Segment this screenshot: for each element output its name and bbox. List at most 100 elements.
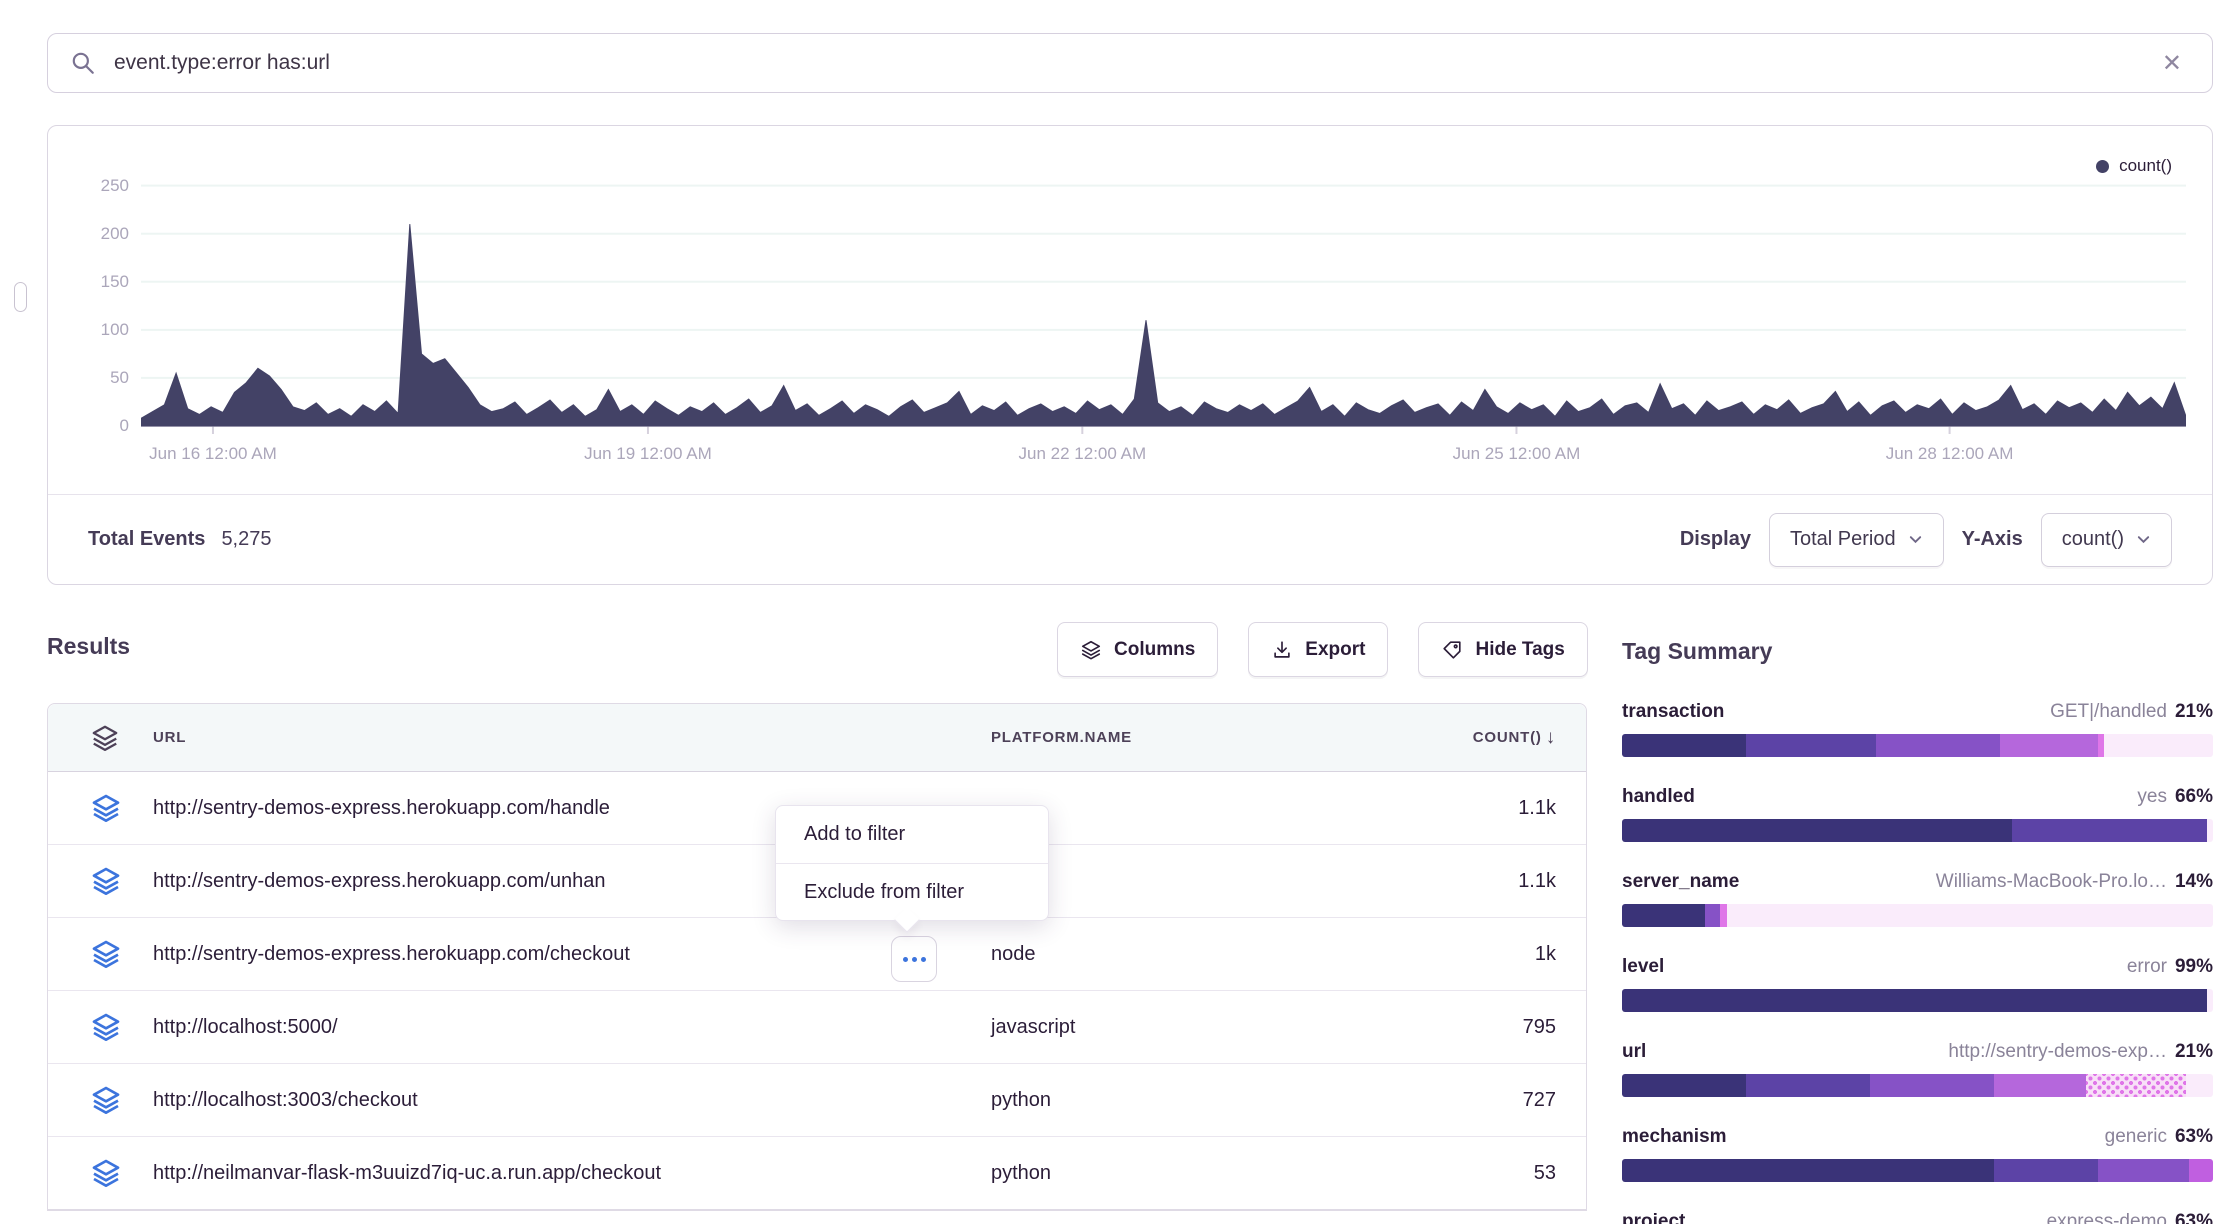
tag-name: url [1622,1041,1646,1063]
column-header-url[interactable]: URL [153,729,186,746]
count-cell: 1k [1535,943,1556,966]
table-row[interactable]: http://localhost:3003/checkout python 72… [48,1064,1586,1137]
tag-top-value: express-demo [2047,1211,2167,1224]
layers-icon [90,938,122,970]
close-icon[interactable]: ✕ [2154,45,2190,82]
tag-row-transaction: transaction GET|/handled 21% [1622,701,2213,757]
search-input[interactable]: event.type:error has:url [114,51,2154,75]
tag-bar-segment [2104,734,2213,757]
tag-percent: 21% [2175,1041,2213,1063]
count-cell: 1.1k [1518,870,1556,893]
tag-bar-segment [1876,734,2000,757]
tag-summary-panel: Tag Summary transaction GET|/handled 21%… [1622,638,2213,1224]
tag-bar-segment [1622,904,1705,927]
tag-name: server_name [1622,871,1739,893]
table-row[interactable]: http://localhost:5000/ javascript 795 [48,991,1586,1064]
display-dropdown[interactable]: Total Period [1769,513,1944,567]
tag-bar-segment [1746,734,1876,757]
events-area-chart[interactable] [141,151,2186,426]
tag-bar-segment [2012,819,2207,842]
column-header-count-label: COUNT() [1473,729,1542,746]
y-axis-tick-label: 50 [110,368,129,388]
url-cell[interactable]: http://neilmanvar-flask-m3uuizd7iq-uc.a.… [153,1162,661,1185]
platform-cell: node [991,943,1036,966]
tag-percent: 63% [2175,1126,2213,1148]
count-cell: 795 [1523,1016,1556,1039]
tag-name: handled [1622,786,1695,808]
tag-row-server-name: server_name Williams-MacBook-Pro.lo… 14% [1622,871,2213,927]
chart-footer: Total Events 5,275 Display Total Period … [48,494,2212,584]
count-cell: 727 [1523,1089,1556,1112]
url-cell[interactable]: http://sentry-demos-express.herokuapp.co… [153,943,630,966]
layers-icon [90,792,122,824]
platform-cell: python [991,1162,1051,1185]
column-header-count[interactable]: COUNT() ↓ [1473,727,1556,749]
search-bar: event.type:error has:url ✕ [47,33,2213,93]
url-cell[interactable]: http://localhost:5000/ [153,1016,338,1039]
table-header-row: URL PLATFORM.NAME COUNT() ↓ [48,704,1586,772]
tag-percent: 66% [2175,786,2213,808]
layers-icon [90,1157,122,1189]
total-events-value: 5,275 [221,528,271,551]
x-axis-labels: Jun 16 12:00 AMJun 19 12:00 AMJun 22 12:… [141,444,2186,470]
tag-bar-segment [1622,734,1746,757]
columns-button[interactable]: Columns [1057,622,1218,677]
y-axis-label: Y-Axis [1962,528,2023,551]
y-axis-tick-label: 200 [101,224,129,244]
url-cell[interactable]: http://sentry-demos-express.herokuapp.co… [153,870,605,893]
y-axis-tick-label: 100 [101,320,129,340]
tag-row-url: url http://sentry-demos-exp… 21% [1622,1041,2213,1097]
layers-icon [90,1084,122,1116]
table-row[interactable]: http://neilmanvar-flask-m3uuizd7iq-uc.a.… [48,1137,1586,1210]
tag-bar-segment [1622,989,2207,1012]
tag-top-value: generic [2105,1126,2167,1148]
url-cell[interactable]: http://localhost:3003/checkout [153,1089,418,1112]
tag-icon [1441,639,1463,661]
url-cell[interactable]: http://sentry-demos-express.herokuapp.co… [153,797,610,820]
platform-cell: javascript [991,1016,1075,1039]
tag-distribution-bar[interactable] [1622,819,2213,842]
cell-context-menu: Add to filter Exclude from filter [775,805,1049,921]
table-row[interactable]: http://sentry-demos-express.herokuapp.co… [48,918,1586,991]
tag-name: project [1622,1211,1685,1224]
search-icon [70,50,96,76]
tag-bar-segment [2086,1074,2186,1097]
tag-distribution-bar[interactable] [1622,904,2213,927]
platform-cell: python [991,1089,1051,1112]
y-axis-dropdown[interactable]: count() [2041,513,2172,567]
tag-distribution-bar[interactable] [1622,1159,2213,1182]
tag-distribution-bar[interactable] [1622,989,2213,1012]
count-cell: 53 [1534,1162,1556,1185]
tag-distribution-bar[interactable] [1622,734,2213,757]
tag-row-level: level error 99% [1622,956,2213,1012]
hide-tags-button[interactable]: Hide Tags [1418,622,1587,677]
y-axis-tick-label: 250 [101,176,129,196]
total-events-label: Total Events [88,528,205,551]
chevron-down-icon [1908,532,1923,547]
x-axis-tick-label: Jun 25 12:00 AM [1453,444,1581,464]
tag-bar-segment [2207,989,2213,1012]
tag-bar-segment [2000,734,2098,757]
columns-button-label: Columns [1114,639,1195,661]
count-cell: 1.1k [1518,797,1556,820]
layers-icon[interactable] [90,723,120,753]
tag-bar-segment [1720,904,1728,927]
x-axis-tick-label: Jun 28 12:00 AM [1886,444,2014,464]
column-header-platform[interactable]: PLATFORM.NAME [991,729,1132,746]
menu-item-add-to-filter[interactable]: Add to filter [776,806,1048,863]
cell-actions-button[interactable] [891,936,937,982]
export-button[interactable]: Export [1248,622,1388,677]
tag-name: level [1622,956,1664,978]
events-chart-panel: count() 050100150200250 Jun 16 12:00 AMJ… [47,125,2213,585]
tag-row-mechanism: mechanism generic 63% [1622,1126,2213,1182]
tag-top-value: yes [2137,786,2167,808]
tag-row-handled: handled yes 66% [1622,786,2213,842]
display-dropdown-value: Total Period [1790,528,1896,551]
tag-top-value: GET|/handled [2050,701,2167,723]
tag-top-value: Williams-MacBook-Pro.lo… [1936,871,2167,893]
tag-percent: 14% [2175,871,2213,893]
results-title: Results [47,633,130,660]
tag-distribution-bar[interactable] [1622,1074,2213,1097]
hide-tags-button-label: Hide Tags [1475,639,1564,661]
sidebar-collapse-handle[interactable] [14,282,27,312]
